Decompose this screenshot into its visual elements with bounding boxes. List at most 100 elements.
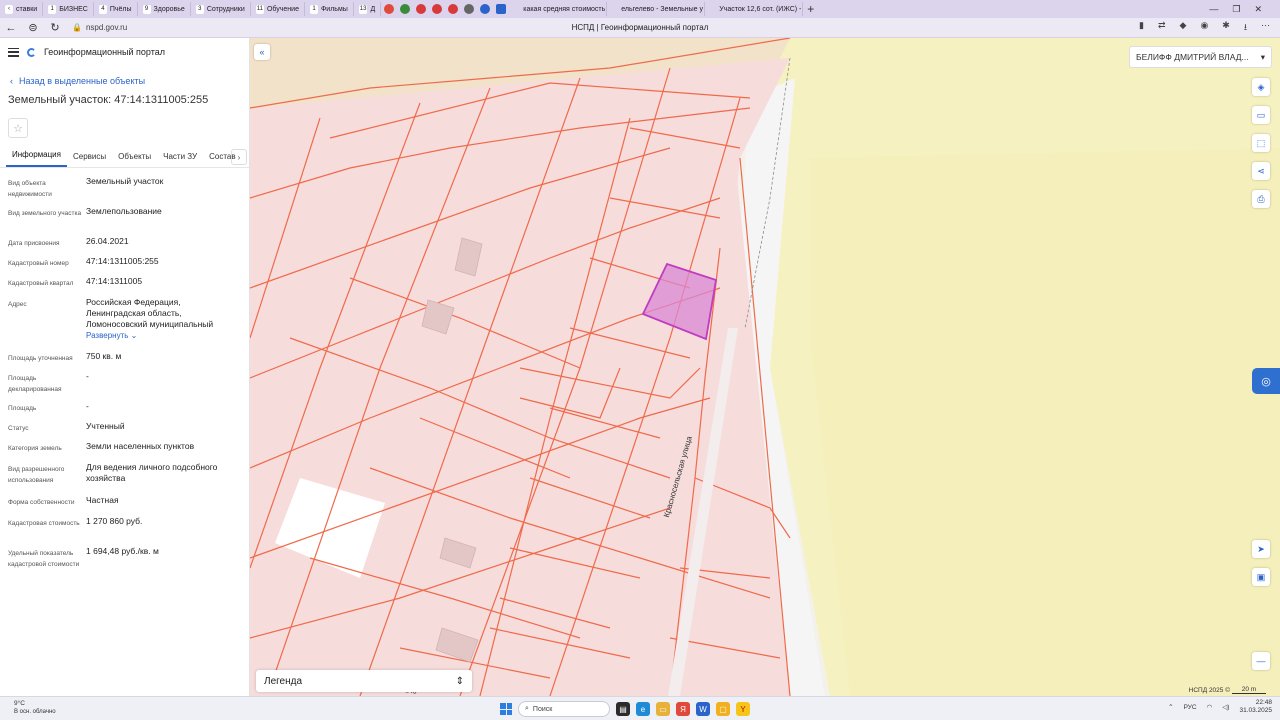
edge-icon[interactable]: e	[636, 702, 650, 716]
yandex-icon[interactable]: Я	[676, 702, 690, 716]
attr-value: -	[86, 371, 89, 381]
attr-key: Адрес	[8, 301, 27, 308]
layers-tool-button[interactable]: ◈	[1252, 78, 1270, 96]
pinned-tab-icon[interactable]	[384, 4, 395, 14]
tab-group[interactable]: 1 БИЗНЕС	[43, 2, 94, 16]
minimap-icon: ▣	[1256, 571, 1266, 582]
tab-label: Пчёлы	[109, 5, 132, 13]
back-to-selected-link[interactable]: ‹ Назад в выделенные объекты	[0, 66, 249, 88]
url-field[interactable]: 🔒 nspd.gov.ru	[72, 23, 127, 32]
close-icon[interactable]: ✕	[1254, 4, 1262, 15]
wifi-icon[interactable]: ◠	[1207, 703, 1213, 711]
zoom-out-button[interactable]: —	[1252, 652, 1270, 670]
tab-group[interactable]: 9 Здоровье	[138, 2, 191, 16]
browser-tab[interactable]: ельгелево - Земельные у	[607, 2, 706, 16]
tab-information[interactable]: Информация	[6, 150, 67, 167]
legend-label: Легенда	[264, 675, 303, 687]
weather-widget[interactable]: 9°C В осн. облачно	[14, 700, 56, 716]
tab-group[interactable]: 1 Фильмы	[305, 2, 354, 16]
collapse-panel-button[interactable]: «	[254, 44, 270, 60]
layers-icon: ◈	[1257, 81, 1265, 92]
system-tray: ⌃ РУС ◠ ◁) 22:48 31.03.2025	[1168, 699, 1272, 715]
minimap-toggle-button[interactable]: ▣	[1252, 568, 1270, 586]
pinned-tab-icon[interactable]	[400, 4, 411, 14]
attr-key: Форма собственности	[8, 499, 75, 506]
restore-icon[interactable]: ❐	[1232, 4, 1240, 15]
tab-group[interactable]: 3 Сотрудники	[191, 2, 251, 16]
profile-icon[interactable]: ◉	[1200, 20, 1208, 36]
back-arrow-icon[interactable]: ←	[0, 22, 22, 34]
new-tab-button[interactable]: +	[807, 2, 814, 16]
menu-icon[interactable]: ⋯	[1261, 20, 1270, 36]
tab-count-badge: ‹	[5, 4, 13, 14]
tray-arrow-icon[interactable]: ⌃	[1168, 703, 1173, 711]
tab-group[interactable]: 13 Д	[354, 2, 382, 16]
user-account-dropdown[interactable]: БЕЛИФФ ДМИТРИЙ ВЛАД... ▾	[1129, 46, 1272, 68]
attr-row: Форма собственности Частная	[8, 493, 241, 514]
attr-row-address: Адрес Российская Федерация, Ленинградска…	[8, 295, 241, 349]
map-canvas[interactable]: Красносельская улица 240 « БЕЛИФФ ДМИТРИ…	[250, 38, 1280, 696]
chat-widget-button[interactable]: ◎	[1252, 368, 1280, 394]
task-view-icon[interactable]: ▤	[616, 702, 630, 716]
window-controls: — ❐ ✕	[1209, 0, 1280, 18]
windows-start-icon[interactable]	[500, 703, 512, 715]
tab-group[interactable]: ‹ ставки	[0, 2, 44, 16]
tab-count-badge: 1	[309, 4, 318, 14]
pinned-tab-icon[interactable]	[448, 4, 459, 14]
puzzle-icon[interactable]: ✱	[1222, 20, 1230, 36]
tabs-scroll-right-icon[interactable]: ›	[231, 149, 247, 165]
attr-key: Вид земельного участка	[8, 210, 82, 217]
notes-icon[interactable]: ▢	[716, 702, 730, 716]
favorite-star-icon[interactable]: ☆	[8, 118, 28, 138]
attributes-list: Вид объекта недвижимости Земельный участо…	[0, 168, 249, 580]
user-name: БЕЛИФФ ДМИТРИЙ ВЛАД...	[1136, 52, 1249, 62]
select-area-tool-button[interactable]: ⬚	[1252, 134, 1270, 152]
browser-tab[interactable]: какая средняя стоимость	[509, 2, 608, 16]
pinned-tab-icon[interactable]	[464, 4, 475, 14]
translate-icon[interactable]: ⇄	[1158, 20, 1166, 36]
file-explorer-icon[interactable]: ▭	[656, 702, 670, 716]
pinned-tab-icon[interactable]	[432, 4, 443, 14]
attr-key: Вид объекта недвижимости	[8, 180, 52, 198]
download-icon[interactable]: ⭳	[1244, 20, 1247, 36]
object-info-panel: Геоинформационный портал ‹ Назад в выдел…	[0, 38, 250, 696]
print-tool-button[interactable]: ⎙	[1252, 190, 1270, 208]
home-icon[interactable]: ⊜	[22, 21, 44, 34]
attr-value: Для ведения личного подсобного хозяйства	[86, 462, 218, 483]
tab-group[interactable]: 11 Обучение	[251, 2, 305, 16]
pinned-tab-icon[interactable]	[416, 4, 427, 14]
attr-value: 750 кв. м	[86, 351, 122, 361]
select-area-icon: ⬚	[1256, 137, 1266, 148]
attr-value: Земли населенных пунктов	[86, 441, 195, 451]
legend-toggle[interactable]: Легенда ⇕	[256, 670, 472, 692]
pinned-tab-icon[interactable]	[480, 4, 491, 14]
locate-me-button[interactable]: ➤	[1252, 540, 1270, 558]
expand-address-link[interactable]: Развернуть ⌄	[86, 330, 241, 341]
minimize-icon[interactable]: —	[1209, 4, 1218, 14]
share-tool-button[interactable]: ⋖	[1252, 162, 1270, 180]
tab-objects[interactable]: Объекты	[112, 152, 157, 167]
bookmark-icon[interactable]: ▮	[1139, 20, 1144, 36]
system-clock[interactable]: 22:48 31.03.2025	[1239, 699, 1272, 715]
yandex-browser-icon[interactable]: Y	[736, 702, 750, 716]
tab-count-badge: 1	[48, 4, 57, 14]
attr-key: Кадастровый номер	[8, 260, 69, 267]
tab-label: Фильмы	[320, 5, 348, 13]
taskbar-search[interactable]: ⌕ Поиск	[518, 701, 610, 717]
hamburger-menu-icon[interactable]	[8, 47, 19, 57]
active-tab-icon[interactable]	[496, 4, 507, 14]
lock-icon: 🔒	[72, 23, 82, 32]
page-title: НСПД | Геоинформационный портал	[571, 23, 709, 32]
minus-icon: —	[1256, 656, 1266, 666]
tab-group[interactable]: 4 Пчёлы	[94, 2, 138, 16]
tab-services[interactable]: Сервисы	[67, 152, 112, 167]
extension-icon[interactable]: ◆	[1180, 20, 1187, 36]
ruler-tool-button[interactable]: ▭	[1252, 106, 1270, 124]
volume-icon[interactable]: ◁)	[1222, 703, 1229, 711]
reload-icon[interactable]: ↻	[44, 21, 66, 34]
language-indicator[interactable]: РУС	[1184, 704, 1197, 711]
tab-parts[interactable]: Части ЗУ	[157, 152, 203, 167]
browser-tab[interactable]: Участок 12,6 сот. (ИЖС) -	[705, 2, 804, 16]
map-scale-bar: 20 m	[1232, 686, 1266, 694]
word-icon[interactable]: W	[696, 702, 710, 716]
